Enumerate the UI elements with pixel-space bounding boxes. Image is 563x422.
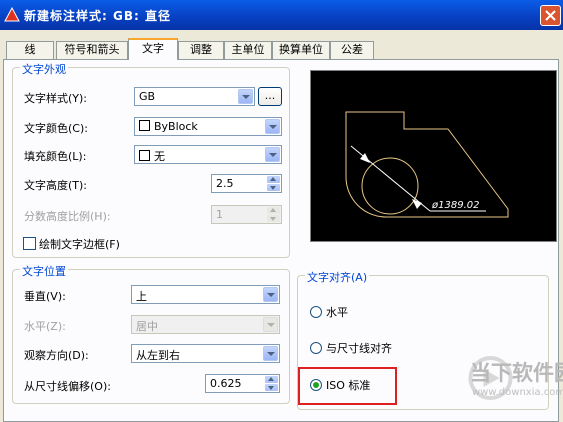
text-color-label: 文字颜色(C): xyxy=(24,122,88,135)
fill-color-label: 填充颜色(L): xyxy=(24,150,87,163)
offset-label: 从尺寸线偏移(O): xyxy=(24,380,111,393)
text-alignment-title: 文字对齐(A) xyxy=(305,269,370,285)
watermark-text: 当下软件园 xyxy=(470,361,563,385)
chevron-down-icon xyxy=(265,119,280,134)
preview-outline xyxy=(345,111,509,218)
vertical-label: 垂直(V): xyxy=(24,290,66,303)
tab-primary-units[interactable]: 主单位 xyxy=(224,41,272,59)
chevron-down-icon xyxy=(265,147,280,162)
text-height-label: 文字高度(T): xyxy=(24,179,88,192)
color-swatch-icon xyxy=(139,150,150,161)
offset-spinner[interactable]: 0.625 xyxy=(205,374,280,393)
chevron-down-icon xyxy=(238,89,253,104)
text-appearance-title: 文字外观 xyxy=(20,61,68,77)
text-style-dropdown[interactable]: GB xyxy=(134,87,255,106)
dimension-preview: ø1389.02 xyxy=(345,111,509,218)
tab-symbols-arrows[interactable]: 符号和箭头 xyxy=(56,41,128,59)
title-bar: 新建标注样式: GB: 直径 xyxy=(0,0,563,30)
text-color-dropdown[interactable]: ByBlock xyxy=(134,117,282,136)
horizontal-dropdown: 居中 xyxy=(131,315,280,334)
fraction-scale-label: 分数高度比例(H): xyxy=(24,210,111,223)
chevron-down-icon xyxy=(263,346,278,361)
close-icon xyxy=(545,10,556,21)
spin-down-icon[interactable] xyxy=(265,384,278,391)
close-button[interactable] xyxy=(540,5,561,26)
tab-fit[interactable]: 调整 xyxy=(178,41,224,59)
align-horizontal-label: 水平 xyxy=(326,306,348,319)
highlight-box xyxy=(298,367,397,405)
spin-up-icon xyxy=(267,207,280,214)
text-height-spinner[interactable]: 2.5 xyxy=(211,174,282,193)
tab-text[interactable]: 文字 xyxy=(128,38,178,60)
align-with-dimline-radio[interactable] xyxy=(310,342,322,354)
view-direction-dropdown[interactable]: 从左到右 xyxy=(131,344,280,363)
draw-frame-label: 绘制文字边框(F) xyxy=(39,238,120,251)
text-style-browse-button[interactable]: ... xyxy=(258,87,282,106)
vertical-dropdown[interactable]: 上 xyxy=(131,285,280,304)
draw-frame-checkbox[interactable] xyxy=(23,237,36,250)
color-swatch-icon xyxy=(139,120,150,131)
chevron-down-icon xyxy=(263,287,278,302)
view-direction-label: 观察方向(D): xyxy=(24,349,89,362)
preview-dimension-text: ø1389.02 xyxy=(431,200,479,211)
fill-color-dropdown[interactable]: 无 xyxy=(134,145,282,164)
text-placement-title: 文字位置 xyxy=(20,263,68,279)
chevron-down-icon xyxy=(263,317,278,332)
spin-up-icon[interactable] xyxy=(265,376,278,383)
text-style-label: 文字样式(Y): xyxy=(24,92,88,105)
align-horizontal-radio[interactable] xyxy=(310,306,322,318)
app-icon xyxy=(4,7,20,22)
watermark-url: www.downxia.com xyxy=(472,387,563,398)
horizontal-label: 水平(Z): xyxy=(24,320,66,333)
window-title: 新建标注样式: GB: 直径 xyxy=(24,9,171,23)
spin-down-icon[interactable] xyxy=(267,184,280,191)
align-with-dimline-label: 与尺寸线对齐 xyxy=(326,342,392,355)
tab-alternate-units[interactable]: 换算单位 xyxy=(272,41,330,59)
tab-tolerances[interactable]: 公差 xyxy=(330,41,374,59)
tab-lines[interactable]: 线 xyxy=(6,41,54,59)
preview-canvas: ø1389.02 xyxy=(310,70,557,242)
preview-circle xyxy=(361,157,419,215)
fraction-scale-spinner: 1 xyxy=(211,205,282,224)
spin-down-icon xyxy=(267,215,280,222)
spin-up-icon[interactable] xyxy=(267,176,280,183)
